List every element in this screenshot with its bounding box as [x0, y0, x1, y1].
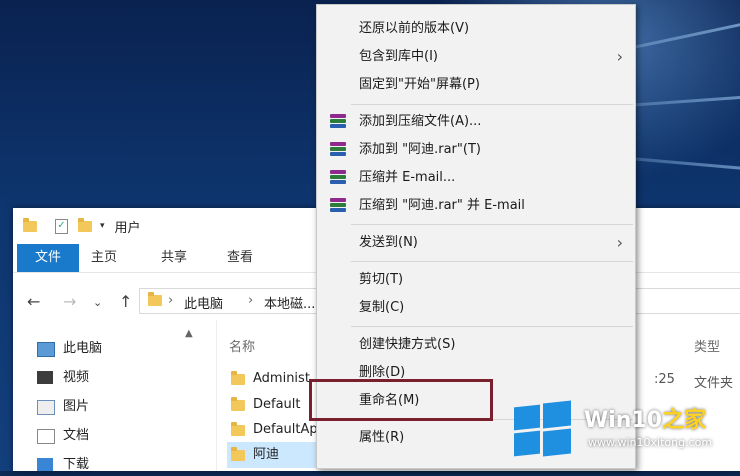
tab-share[interactable]: 共享 — [147, 244, 201, 272]
menu-item-label: 复制(C) — [359, 300, 405, 315]
menu-item-label: 包含到库中(I) — [359, 49, 438, 64]
menu-item-include-in-library[interactable]: 包含到库中(I) › — [317, 44, 635, 70]
video-icon — [37, 371, 53, 384]
menu-item-label: 固定到"开始"屏幕(P) — [359, 77, 480, 92]
folder-icon — [231, 371, 245, 385]
menu-item-cut[interactable]: 剪切(T) — [317, 267, 635, 293]
winrar-icon — [330, 198, 346, 214]
document-icon — [37, 429, 55, 444]
menu-item-compress-and-email[interactable]: 压缩并 E-mail... — [317, 165, 635, 191]
folder-icon — [231, 447, 245, 461]
menu-item-send-to[interactable]: 发送到(N) › — [317, 230, 635, 256]
download-icon — [37, 458, 53, 471]
winrar-icon — [330, 142, 346, 158]
menu-separator — [351, 261, 633, 262]
properties-check-icon[interactable]: ✓ — [55, 218, 68, 234]
menu-separator — [351, 326, 633, 327]
menu-separator — [351, 224, 633, 225]
tab-home[interactable]: 主页 — [77, 244, 131, 272]
folder-icon — [231, 397, 245, 411]
chevron-right-icon: › — [616, 47, 623, 66]
menu-item-label: 创建快捷方式(S) — [359, 337, 456, 352]
watermark-title: Win10之家 — [584, 402, 706, 434]
menu-item-compress-to-rar-and-email[interactable]: 压缩到 "阿迪.rar" 并 E-mail — [317, 193, 635, 219]
folder-icon — [231, 422, 245, 436]
nav-item-label: 此电脑 — [63, 341, 103, 356]
rename-highlight-box — [309, 379, 493, 421]
menu-item-label: 压缩并 E-mail... — [359, 170, 456, 185]
watermark-title-main: Win10 — [584, 408, 663, 433]
menu-item-create-shortcut[interactable]: 创建快捷方式(S) — [317, 332, 635, 358]
quick-access-dropdown-icon[interactable]: ▾ — [100, 221, 105, 231]
file-name: Administ — [253, 371, 310, 386]
folder-icon — [23, 217, 37, 232]
file-name: DefaultAp — [253, 422, 318, 437]
watermark-url: www.win10xitong.com — [588, 436, 713, 449]
breadcrumb-separator: › — [248, 293, 254, 308]
winrar-icon — [330, 114, 346, 130]
column-header-type[interactable]: 类型 — [694, 336, 720, 355]
windows-logo-icon — [512, 398, 572, 460]
back-arrow-icon[interactable]: ← — [27, 292, 40, 311]
picture-icon — [37, 400, 55, 415]
list-item-selected[interactable]: 阿迪 — [227, 442, 317, 468]
menu-item-restore-previous-versions[interactable]: 还原以前的版本(V) — [317, 16, 635, 42]
menu-item-pin-to-start[interactable]: 固定到"开始"屏幕(P) — [317, 72, 635, 98]
nav-item-label: 文档 — [63, 428, 90, 443]
new-folder-icon[interactable] — [78, 217, 92, 232]
column-header-name[interactable]: 名称 — [229, 336, 255, 355]
tab-file[interactable]: 文件 — [17, 244, 79, 272]
type-cell: 文件夹 — [694, 376, 734, 391]
breadcrumb-local-disk[interactable]: 本地磁... — [264, 293, 315, 312]
breadcrumb-separator: › — [168, 293, 174, 308]
menu-item-label: 压缩到 "阿迪.rar" 并 E-mail — [359, 198, 525, 213]
menu-item-copy[interactable]: 复制(C) — [317, 295, 635, 321]
menu-separator — [351, 104, 633, 105]
menu-item-label: 添加到压缩文件(A)... — [359, 114, 482, 129]
tab-view[interactable]: 查看 — [213, 244, 267, 272]
menu-item-label: 剪切(T) — [359, 272, 404, 287]
date-modified-cell: :25 — [654, 372, 675, 387]
file-name: Default — [253, 397, 301, 412]
breadcrumb-this-pc[interactable]: 此电脑 — [184, 293, 223, 312]
menu-item-label: 属性(R) — [359, 430, 405, 445]
chevron-right-icon: › — [616, 233, 623, 252]
file-name: 阿迪 — [253, 447, 280, 462]
nav-item-label: 图片 — [63, 399, 90, 414]
watermark: Win10之家 www.win10xitong.com — [506, 392, 740, 471]
pane-divider — [216, 320, 217, 471]
recent-locations-icon[interactable]: ⌄ — [93, 296, 102, 309]
navigation-pane: 此电脑 视频 图片 文档 下载 — [13, 328, 209, 472]
folder-icon — [148, 292, 162, 306]
menu-item-label: 还原以前的版本(V) — [359, 21, 470, 36]
computer-icon — [37, 342, 55, 357]
forward-arrow-icon[interactable]: → — [63, 292, 76, 311]
scroll-up-icon[interactable]: ▲ — [185, 328, 193, 339]
nav-item-label: 视频 — [63, 370, 90, 385]
window-title: 用户 — [114, 220, 141, 236]
menu-item-add-to-rar[interactable]: 添加到 "阿迪.rar"(T) — [317, 137, 635, 163]
winrar-icon — [330, 170, 346, 186]
watermark-title-accent: 之家 — [662, 408, 707, 433]
menu-item-label: 发送到(N) — [359, 235, 418, 250]
menu-item-label: 添加到 "阿迪.rar"(T) — [359, 142, 481, 157]
menu-item-add-to-archive[interactable]: 添加到压缩文件(A)... — [317, 109, 635, 135]
nav-item-label: 下载 — [63, 457, 90, 472]
up-arrow-icon[interactable]: ↑ — [119, 292, 132, 311]
